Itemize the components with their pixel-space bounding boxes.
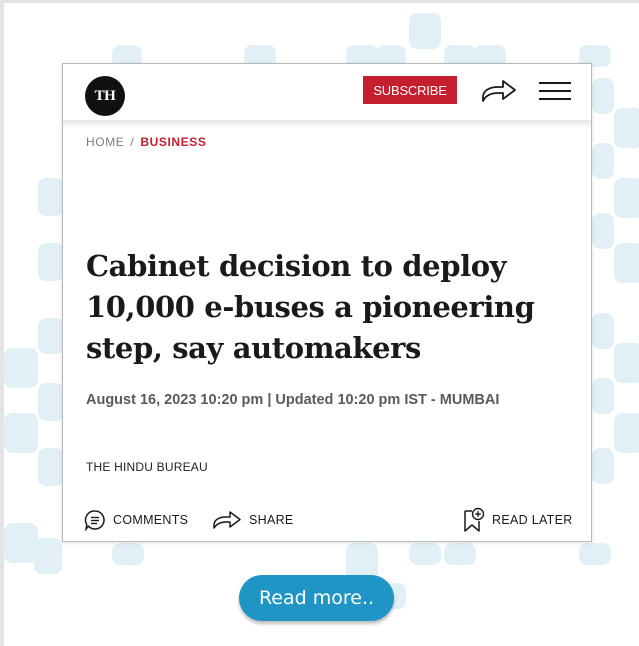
hamburger-menu-icon[interactable] <box>537 78 573 104</box>
read-later-button[interactable]: READ LATER <box>461 505 573 535</box>
breadcrumb: HOME / BUSINESS <box>86 135 207 149</box>
page-frame: TH SUBSCRIBE HOME / BUSINESS Cabinet decis… <box>0 0 639 646</box>
share-button[interactable]: SHARE <box>212 505 294 535</box>
bookmark-add-icon <box>464 507 485 532</box>
article-card: TH SUBSCRIBE HOME / BUSINESS Cabinet decis… <box>62 63 592 542</box>
read-more-label: Read more.. <box>258 587 375 609</box>
comments-label: COMMENTS <box>113 513 189 527</box>
comments-button[interactable]: COMMENTS <box>84 505 188 535</box>
article-dateline: August 16, 2023 10:20 pm | Updated 10:20… <box>86 392 500 408</box>
article-headline: Cabinet decision to deploy 10,000 e-buse… <box>86 249 535 365</box>
top-bar-shadow <box>63 120 591 128</box>
article-actions: COMMENTS SHARE READ LATER <box>63 505 591 535</box>
article-author[interactable]: THE HINDU BUREAU <box>86 460 208 474</box>
share-label: SHARE <box>249 513 294 527</box>
comment-bubble-icon <box>84 510 105 531</box>
share-icon <box>213 511 241 529</box>
top-bar: TH SUBSCRIBE <box>63 64 591 120</box>
breadcrumb-business[interactable]: BUSINESS <box>140 135 206 149</box>
logo-text: TH <box>94 87 116 104</box>
share-arrow-icon[interactable] <box>479 76 519 106</box>
breadcrumb-separator: / <box>130 135 135 149</box>
breadcrumb-home[interactable]: HOME <box>86 135 124 149</box>
subscribe-button[interactable]: SUBSCRIBE <box>363 76 457 104</box>
subscribe-label: SUBSCRIBE <box>373 82 447 98</box>
read-more-button[interactable]: Read more.. <box>239 575 394 621</box>
the-hindu-logo[interactable]: TH <box>85 76 125 116</box>
read-later-label: READ LATER <box>492 513 573 527</box>
